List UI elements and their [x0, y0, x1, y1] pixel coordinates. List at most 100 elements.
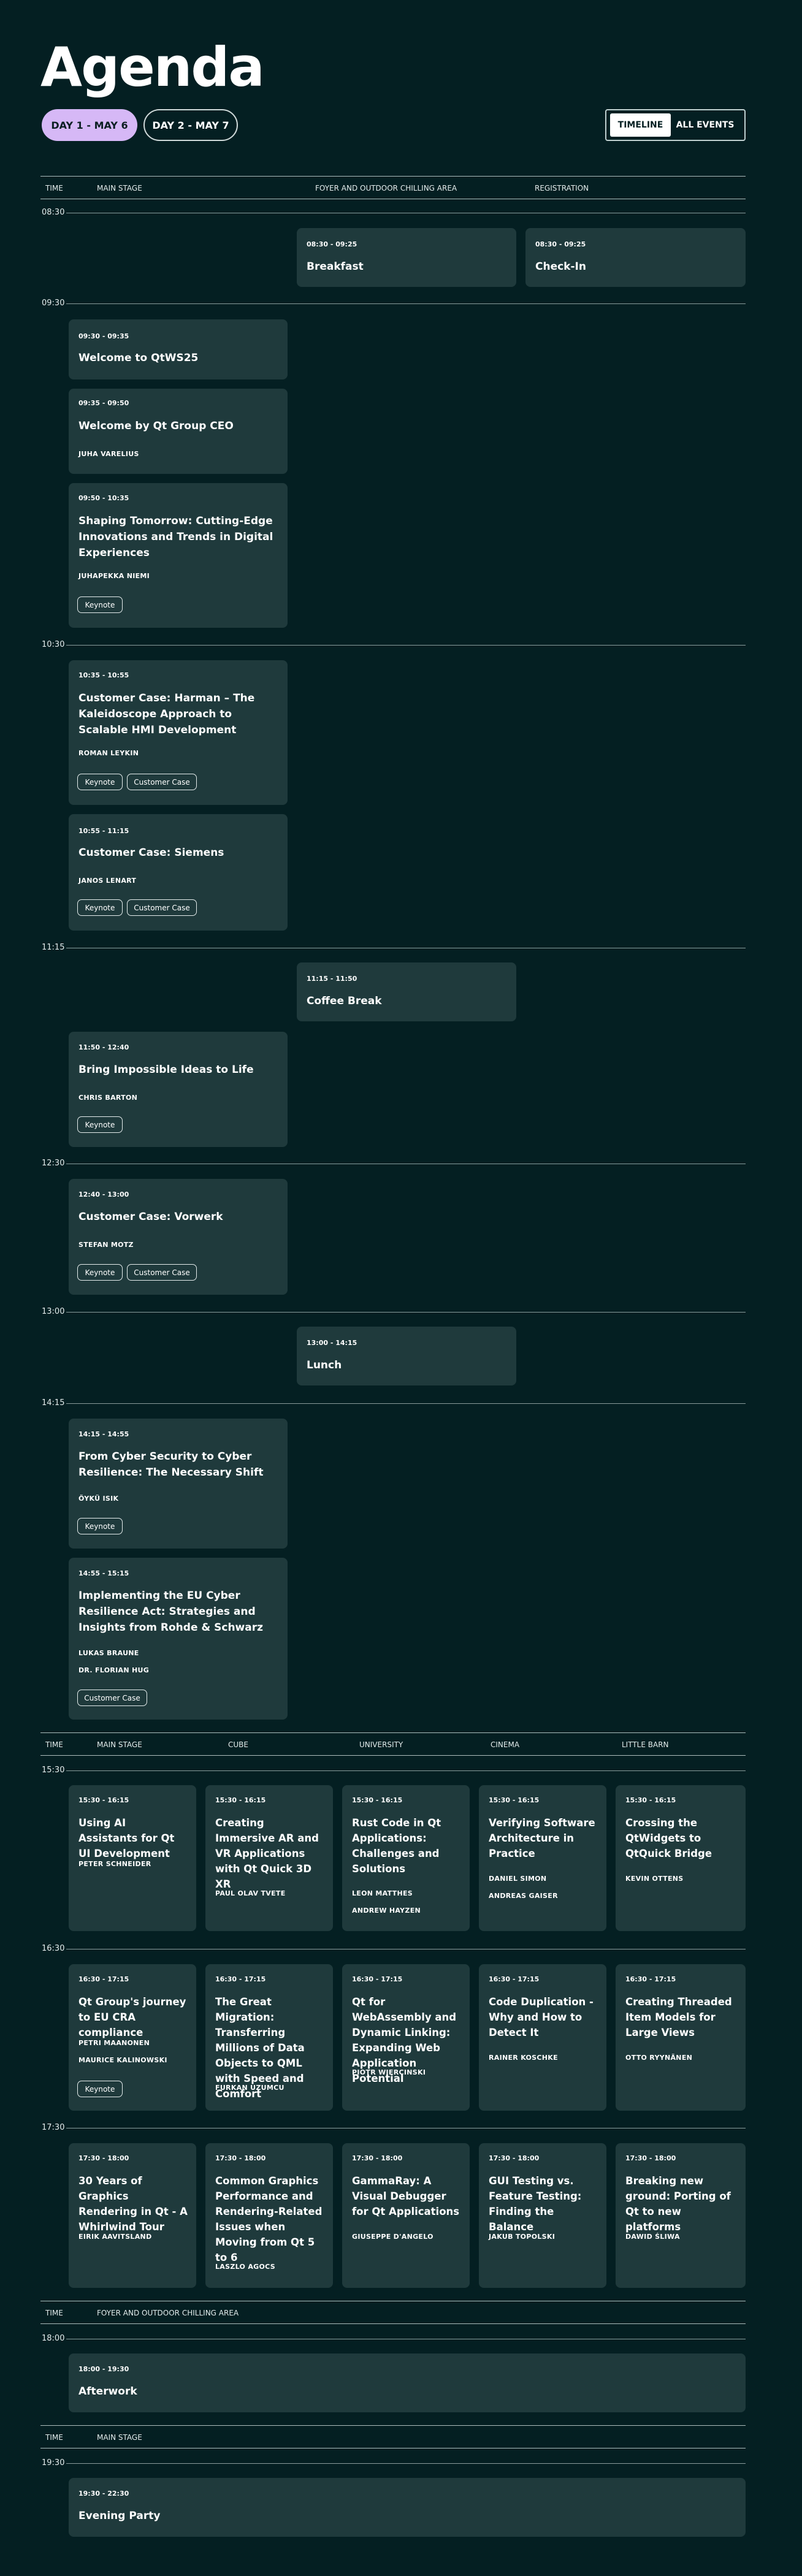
session-card[interactable]: 15:30 - 16:15 Verifying Software Archite…	[479, 1785, 606, 1931]
session-card[interactable]: 12:40 - 13:00 Customer Case: Vorwerk STE…	[69, 1179, 288, 1295]
speaker-name: DANIEL SIMON	[489, 1875, 547, 1883]
speaker-name: FURKAN UZUMCU	[215, 2084, 285, 2092]
session-card[interactable]: 16:30 - 17:15 Creating Threaded Item Mod…	[616, 1964, 746, 2111]
session-card[interactable]: 16:30 - 17:15 Qt Group's journey to EU C…	[69, 1964, 196, 2111]
session-time: 19:30 - 22:30	[78, 2490, 129, 2498]
session-time: 10:55 - 11:15	[78, 827, 129, 835]
session-card[interactable]: 09:50 - 10:35 Shaping Tomorrow: Cutting-…	[69, 483, 288, 628]
session-card[interactable]: 15:30 - 16:15 Crossing the QtWidgets to …	[616, 1785, 746, 1931]
session-card[interactable]: 16:30 - 17:15 Code Duplication - Why and…	[479, 1964, 606, 2111]
session-title: GUI Testing vs. Feature Testing: Finding…	[489, 2175, 582, 2233]
keynote-tag[interactable]: Keynote	[77, 1518, 123, 1534]
header-registration: REGISTRATION	[535, 184, 589, 192]
session-card[interactable]: 18:00 - 19:30 Afterwork	[69, 2353, 746, 2412]
session-time: 08:30 - 09:25	[307, 240, 357, 248]
time-line	[66, 645, 746, 646]
session-card[interactable]: 15:30 - 16:15 Using AI Assistants for Qt…	[69, 1785, 196, 1931]
session-card[interactable]: 16:30 - 17:15 The Great Migration: Trans…	[205, 1964, 333, 2111]
day-2-tab[interactable]: DAY 2 - MAY 7	[143, 109, 238, 141]
header-time: TIME	[45, 184, 63, 192]
session-title: Customer Case: Vorwerk	[78, 1211, 223, 1223]
schedule-header: TIME MAIN STAGE	[40, 2425, 746, 2448]
session-card[interactable]: 15:30 - 16:15 Rust Code in Qt Applicatio…	[342, 1785, 470, 1931]
all-events-view-button[interactable]: ALL EVENTS	[671, 113, 739, 137]
session-time: 09:30 - 09:35	[78, 332, 129, 340]
header-foyer: FOYER AND OUTDOOR CHILLING AREA	[315, 184, 457, 192]
speaker-name: ANDREAS GAISER	[489, 1892, 558, 1900]
session-title: Check-In	[535, 261, 586, 273]
session-time: 10:35 - 10:55	[78, 671, 129, 679]
schedule-header: TIME FOYER AND OUTDOOR CHILLING AREA	[40, 2301, 746, 2324]
session-card[interactable]: 13:00 - 14:15 Lunch	[297, 1327, 516, 1385]
customer-case-tag[interactable]: Customer Case	[127, 1264, 197, 1281]
session-card[interactable]: 17:30 - 18:00 30 Years of Graphics Rende…	[69, 2143, 196, 2288]
session-card[interactable]: 10:55 - 11:15 Customer Case: Siemens JAN…	[69, 814, 288, 931]
keynote-tag[interactable]: Keynote	[77, 2081, 123, 2097]
session-time: 09:35 - 09:50	[78, 399, 129, 407]
schedule-header: TIME MAIN STAGE CUBE UNIVERSITY CINEMA L…	[40, 1732, 746, 1756]
session-title: Crossing the QtWidgets to QtQuick Bridge	[625, 1817, 712, 1859]
session-card[interactable]: 11:15 - 11:50 Coffee Break	[297, 962, 516, 1021]
header-cinema: CINEMA	[491, 1740, 520, 1749]
session-title: Lunch	[307, 1359, 342, 1371]
keynote-tag[interactable]: Keynote	[77, 596, 123, 613]
session-title: Code Duplication - Why and How to Detect…	[489, 1996, 594, 2038]
speaker-name: KEVIN OTTENS	[625, 1875, 684, 1883]
session-card[interactable]: 19:30 - 22:30 Evening Party	[69, 2478, 746, 2537]
time-label: 18:00	[42, 2334, 65, 2343]
speaker-name: EIRIK AAVITSLAND	[78, 2233, 152, 2241]
session-card[interactable]: 14:55 - 15:15 Implementing the EU Cyber …	[69, 1558, 288, 1720]
session-time: 15:30 - 16:15	[78, 1796, 129, 1804]
timeline-view-button[interactable]: TIMELINE	[610, 113, 671, 137]
session-time: 15:30 - 16:15	[352, 1796, 403, 1804]
header-main-stage: MAIN STAGE	[97, 1740, 142, 1749]
time-label: 09:30	[42, 299, 65, 308]
header-cube: CUBE	[228, 1740, 248, 1749]
session-time: 13:00 - 14:15	[307, 1339, 357, 1347]
session-card[interactable]: 08:30 - 09:25 Breakfast	[297, 228, 516, 287]
keynote-tag[interactable]: Keynote	[77, 774, 123, 790]
session-title: GammaRay: A Visual Debugger for Qt Appli…	[352, 2175, 460, 2217]
keynote-tag[interactable]: Keynote	[77, 1264, 123, 1281]
speaker-name: ÖYKÜ ISIK	[78, 1495, 119, 1503]
header-time: TIME	[45, 1740, 63, 1749]
speaker-name: OTTO RYYNÄNEN	[625, 2054, 693, 2062]
time-label: 14:15	[42, 1398, 65, 1408]
session-card[interactable]: 10:35 - 10:55 Customer Case: Harman – Th…	[69, 660, 288, 805]
time-line	[66, 1403, 746, 1404]
session-card[interactable]: 08:30 - 09:25 Check-In	[525, 228, 746, 287]
speaker-name: LEON MATTHES	[352, 1889, 413, 1897]
session-time: 16:30 - 17:15	[352, 1975, 403, 1983]
time-line	[66, 1770, 746, 1771]
session-card[interactable]: 16:30 - 17:15 Qt for WebAssembly and Dyn…	[342, 1964, 470, 2111]
keynote-tag[interactable]: Keynote	[77, 899, 123, 916]
session-title: Breaking new ground: Porting of Qt to ne…	[625, 2175, 731, 2233]
time-label: 10:30	[42, 640, 65, 649]
session-title: Coffee Break	[307, 995, 382, 1007]
session-title: 30 Years of Graphics Rendering in Qt - A…	[78, 2175, 188, 2233]
session-card[interactable]: 14:15 - 14:55 From Cyber Security to Cyb…	[69, 1419, 288, 1549]
time-label: 17:30	[42, 2123, 65, 2132]
session-time: 11:50 - 12:40	[78, 1043, 129, 1051]
session-card[interactable]: 09:35 - 09:50 Welcome by Qt Group CEO JU…	[69, 389, 288, 474]
speaker-name: LUKAS BRAUNE	[78, 1649, 139, 1657]
time-label: 08:30	[42, 208, 65, 217]
session-card[interactable]: 17:30 - 18:00 Breaking new ground: Porti…	[616, 2143, 746, 2288]
header-university: UNIVERSITY	[359, 1740, 403, 1749]
session-card[interactable]: 09:30 - 09:35 Welcome to QtWS25	[69, 319, 288, 379]
day-1-tab[interactable]: DAY 1 - MAY 6	[42, 109, 137, 141]
session-card[interactable]: 17:30 - 18:00 GammaRay: A Visual Debugge…	[342, 2143, 470, 2288]
header-little-barn: LITTLE BARN	[622, 1740, 669, 1749]
customer-case-tag[interactable]: Customer Case	[127, 899, 197, 916]
session-card[interactable]: 11:50 - 12:40 Bring Impossible Ideas to …	[69, 1032, 288, 1147]
session-card[interactable]: 17:30 - 18:00 GUI Testing vs. Feature Te…	[479, 2143, 606, 2288]
session-title: From Cyber Security to Cyber Resilience:…	[78, 1450, 264, 1479]
header-time: TIME	[45, 2309, 63, 2317]
keynote-tag[interactable]: Keynote	[77, 1116, 123, 1133]
session-title: Shaping Tomorrow: Cutting-Edge Innovatio…	[78, 515, 273, 559]
speaker-name: GIUSEPPE D'ANGELO	[352, 2233, 433, 2241]
customer-case-tag[interactable]: Customer Case	[127, 774, 197, 790]
session-card[interactable]: 17:30 - 18:00 Common Graphics Performanc…	[205, 2143, 333, 2288]
session-card[interactable]: 15:30 - 16:15 Creating Immersive AR and …	[205, 1785, 333, 1931]
customer-case-tag[interactable]: Customer Case	[77, 1690, 147, 1706]
